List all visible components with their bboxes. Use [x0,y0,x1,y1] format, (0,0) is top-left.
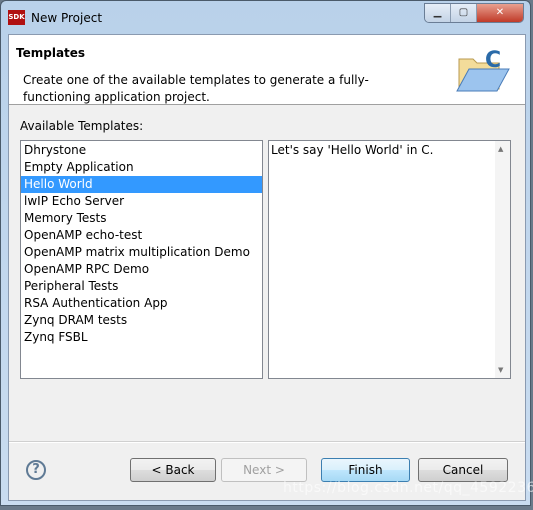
wizard-header: Templates Create one of the available te… [9,35,525,105]
template-item[interactable]: RSA Authentication App [21,295,262,312]
templates-list[interactable]: Dhrystone Empty Application Hello World lwI… [20,140,263,379]
page-description: Create one of the available templates to… [23,73,369,104]
template-item[interactable]: Dhrystone [21,142,262,159]
back-button[interactable]: < Back [130,458,216,482]
watermark: https://blog.csdn.net/qq_45922361 [283,480,533,496]
close-button[interactable]: ✕ [477,4,523,22]
c-project-folder-icon: C [456,48,510,92]
template-item[interactable]: Peripheral Tests [21,278,262,295]
template-description-box: Let's say 'Hello World' in C. ▲ ▼ [268,140,511,379]
template-item[interactable]: OpenAMP matrix multiplication Demo [21,244,262,261]
new-project-dialog: SDK New Project ▁ ▢ ✕ Templates Create o… [0,0,531,506]
maximize-button[interactable]: ▢ [451,4,477,22]
template-description-text: Let's say 'Hello World' in C. [271,143,434,157]
page-title: Templates [16,46,86,60]
template-item[interactable]: Hello World [21,176,262,193]
template-item[interactable]: OpenAMP echo-test [21,227,262,244]
available-templates-label: Available Templates: [20,119,144,133]
title-bar[interactable]: SDK New Project ▁ ▢ ✕ [1,1,530,33]
svg-text:C: C [485,48,501,73]
dialog-body: Templates Create one of the available te… [8,34,526,501]
template-item[interactable]: Empty Application [21,159,262,176]
template-item[interactable]: Zynq FSBL [21,329,262,346]
template-item[interactable]: OpenAMP RPC Demo [21,261,262,278]
finish-button[interactable]: Finish [321,458,410,482]
next-button[interactable]: Next > [221,458,307,482]
template-item[interactable]: Memory Tests [21,210,262,227]
window-title: New Project [31,11,103,25]
template-item[interactable]: Zynq DRAM tests [21,312,262,329]
minimize-button[interactable]: ▁ [425,4,451,22]
help-icon[interactable]: ? [26,460,46,480]
separator [9,441,525,443]
description-scrollbar[interactable]: ▲ ▼ [495,141,510,378]
sdk-app-icon: SDK [8,10,25,25]
template-item[interactable]: lwIP Echo Server [21,193,262,210]
cancel-button[interactable]: Cancel [418,458,508,482]
